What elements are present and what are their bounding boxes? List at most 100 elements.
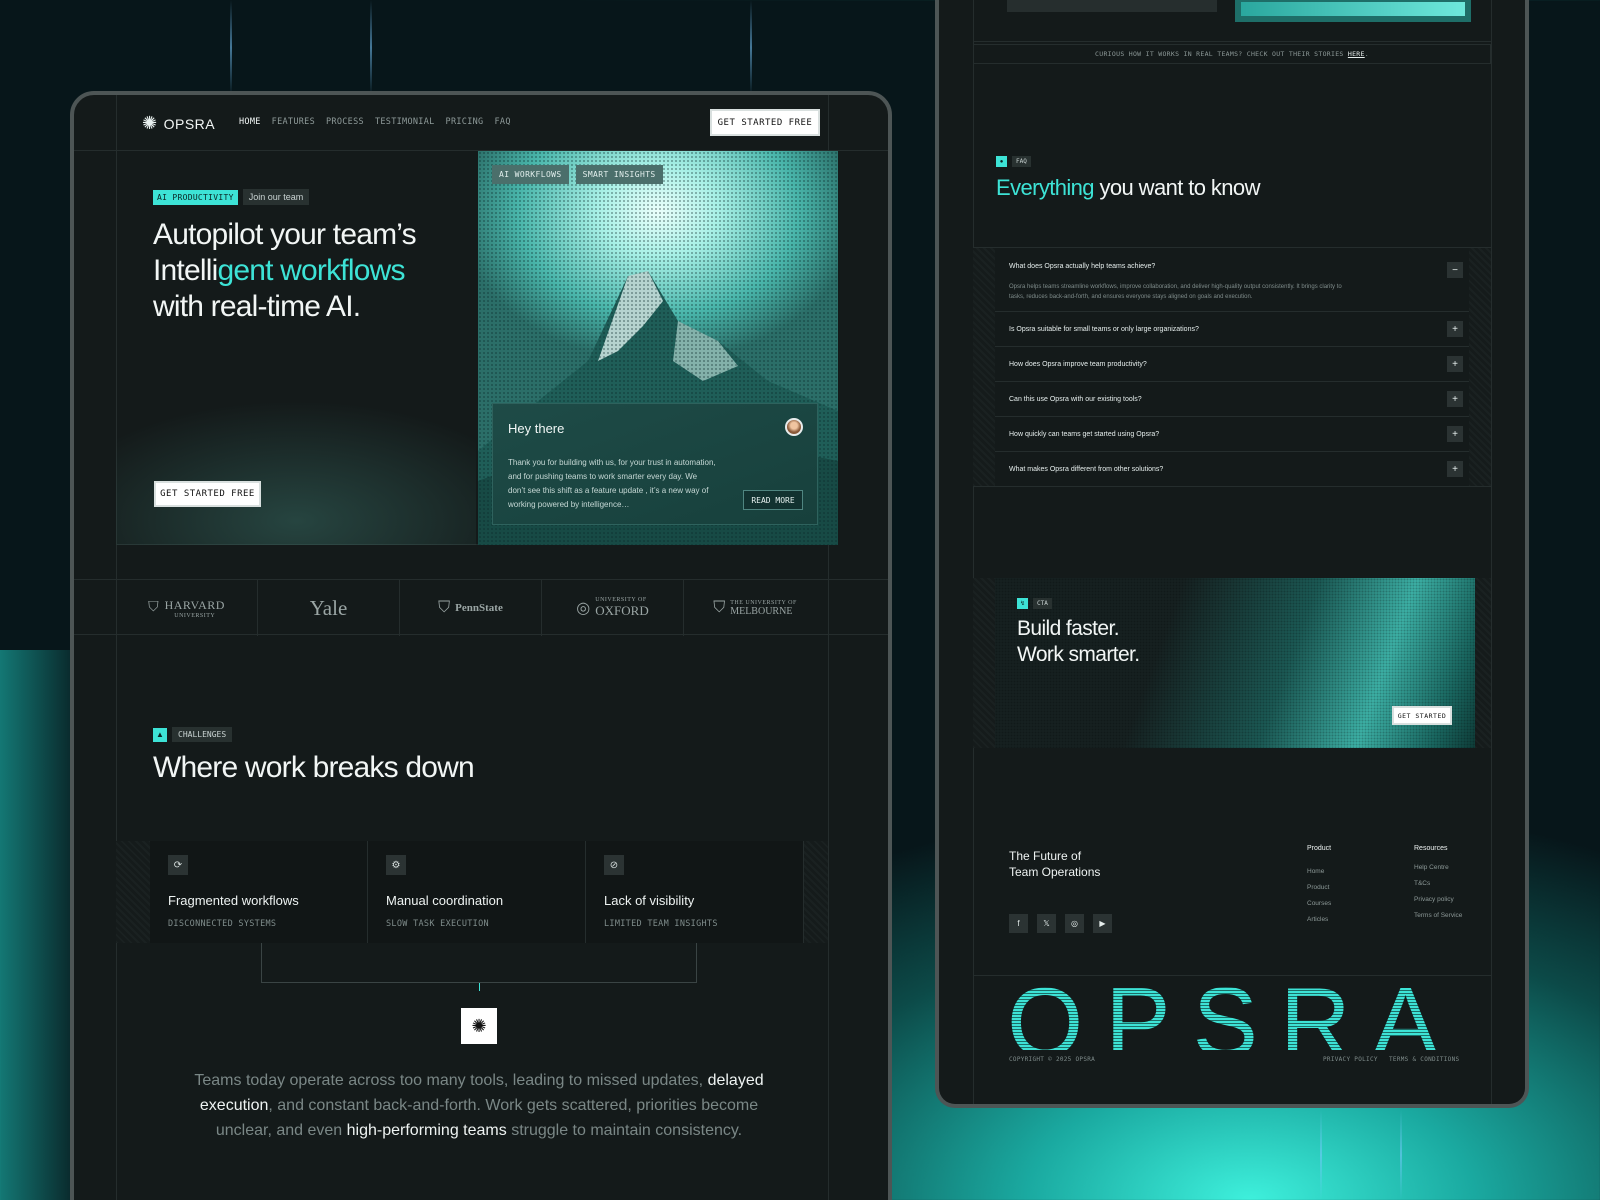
avatar: [785, 418, 803, 436]
connector-stem: [479, 983, 480, 991]
faq-badge: ● FAQ: [996, 156, 1031, 167]
footer-link-help-centre[interactable]: Help Centre: [1414, 864, 1462, 871]
faq-title: Everything you want to know: [996, 175, 1260, 201]
light-streak: [230, 0, 232, 95]
plus-icon[interactable]: +: [1447, 356, 1463, 372]
footer-link-tcs[interactable]: T&Cs: [1414, 880, 1462, 887]
footer-legal: COPYRIGHT © 2025 OPSRA PRIVACY POLICY TE…: [973, 1050, 1491, 1070]
footer-tagline-2: Team Operations: [1009, 865, 1101, 879]
challenge-card: ⊘ Lack of visibility LIMITED TEAM INSIGH…: [586, 841, 804, 943]
faq-question: Can this use Opsra with our existing too…: [1009, 396, 1142, 403]
brand-logo[interactable]: ✺ OPSRA: [142, 113, 215, 134]
challenges-badge-label: CHALLENGES: [172, 727, 233, 742]
footer-product-heading: Product: [1307, 845, 1332, 852]
triangle-icon: ▲: [153, 727, 167, 742]
cta-card: ↯ CTA Build faster. Work smarter. GET ST…: [995, 578, 1475, 748]
nav-menu: HOME FEATURES PROCESS TESTIMONIAL PRICIN…: [239, 117, 511, 127]
challenge-subtitle: SLOW TASK EXECUTION: [386, 919, 489, 929]
image-strip: [1235, 0, 1471, 22]
previous-section-strip: [973, 0, 1491, 42]
logo-oxford-name: OXFORD: [595, 603, 649, 618]
stories-here-link[interactable]: HERE: [1348, 50, 1365, 58]
light-streak: [1320, 1110, 1322, 1200]
footer-link-product[interactable]: Product: [1307, 884, 1331, 891]
footer-link-home[interactable]: Home: [1307, 868, 1331, 875]
instagram-icon[interactable]: ◎: [1065, 914, 1084, 933]
headline-line-3: with real-time AI.: [153, 290, 361, 323]
challenge-subtitle: LIMITED TEAM INSIGHTS: [604, 919, 718, 929]
cta-line-2: Work smarter.: [1017, 643, 1140, 666]
light-streak: [750, 0, 752, 95]
faq-question: How quickly can teams get started using …: [1009, 431, 1160, 438]
faq-badge-label: FAQ: [1012, 156, 1031, 167]
get-started-button[interactable]: GET STARTED: [1392, 706, 1452, 725]
faq-item[interactable]: How does Opsra improve team productivity…: [995, 347, 1469, 382]
faq-accordion: What does Opsra actually help teams achi…: [973, 247, 1491, 487]
shield-icon: ⛉: [148, 600, 159, 615]
logo-pennstate-name: PennState: [455, 602, 503, 614]
footer-link-courses[interactable]: Courses: [1307, 900, 1331, 907]
footer-link-privacy-policy[interactable]: Privacy policy: [1414, 896, 1462, 903]
hero-get-started-button[interactable]: GET STARTED FREE: [154, 481, 261, 507]
footer-link-terms-of-service[interactable]: Terms of Service: [1414, 912, 1462, 919]
crest-icon: ⛉: [713, 599, 726, 616]
para-text: Teams today operate across too many tool…: [194, 1072, 704, 1089]
nav-item-home[interactable]: HOME: [239, 117, 261, 127]
faq-answer: Opsra helps teams streamline workflows, …: [1009, 284, 1342, 300]
facebook-icon[interactable]: f: [1009, 914, 1028, 933]
x-icon[interactable]: 𝕏: [1037, 914, 1056, 933]
headline-accent: gent workflows: [217, 254, 405, 287]
privacy-policy-link[interactable]: PRIVACY POLICY: [1323, 1056, 1378, 1063]
faq-item[interactable]: Can this use Opsra with our existing too…: [995, 382, 1469, 417]
dot-icon: ●: [996, 156, 1007, 167]
challenge-title: Lack of visibility: [604, 893, 695, 908]
stories-banner: CURIOUS HOW IT WORKS IN REAL TEAMS? CHEC…: [973, 44, 1491, 64]
headline-line-2: Intelli: [153, 254, 218, 287]
landing-page-preview-right: CURIOUS HOW IT WORKS IN REAL TEAMS? CHEC…: [935, 0, 1529, 1108]
join-team-link[interactable]: Join our team: [242, 189, 310, 205]
nav-item-faq[interactable]: FAQ: [494, 117, 510, 127]
faq-question: Is Opsra suitable for small teams or onl…: [1009, 326, 1199, 333]
faq-question: What makes Opsra different from other so…: [1009, 466, 1164, 473]
get-started-free-button[interactable]: GET STARTED FREE: [710, 109, 820, 136]
logo-harvard-sub: UNIVERSITY: [174, 612, 216, 619]
faq-item-expanded[interactable]: What does Opsra actually help teams achi…: [995, 248, 1469, 312]
tag-smart-insights: SMART INSIGHTS: [575, 165, 663, 184]
logo-harvard: ⛉ HARVARD UNIVERSITY: [116, 580, 258, 636]
plus-icon[interactable]: +: [1447, 321, 1463, 337]
footer-link-articles[interactable]: Articles: [1307, 916, 1331, 923]
challenge-title: Fragmented workflows: [168, 893, 299, 908]
plus-icon[interactable]: +: [1447, 426, 1463, 442]
faq-item[interactable]: Is Opsra suitable for small teams or onl…: [995, 312, 1469, 347]
mountain-image: AI WORKFLOWS SMART INSIGHTS Hey there Th…: [478, 151, 838, 545]
para-text: struggle to maintain consistency.: [511, 1122, 743, 1139]
refresh-icon: ⟳: [168, 855, 188, 875]
landing-page-preview-left: ✺ OPSRA HOME FEATURES PROCESS TESTIMONIA…: [70, 91, 892, 1200]
logo-strip: ⛉ HARVARD UNIVERSITY Yale ⛉ PennState ◎ U…: [74, 579, 888, 636]
youtube-icon[interactable]: ▶: [1093, 914, 1112, 933]
crest-icon: ◎: [576, 600, 591, 617]
eye-off-icon: ⊘: [604, 855, 624, 875]
faq-question: What does Opsra actually help teams achi…: [1009, 263, 1156, 270]
faq-item[interactable]: What makes Opsra different from other so…: [995, 452, 1469, 488]
footer-wordmark: OPSRA: [1007, 970, 1461, 1050]
cta-badge-label: CTA: [1033, 598, 1052, 609]
connector-lines: [261, 943, 697, 983]
bolt-icon: ↯: [1017, 598, 1028, 609]
nav-item-testimonial[interactable]: TESTIMONIAL: [375, 117, 435, 127]
nav-item-features[interactable]: FEATURES: [272, 117, 315, 127]
challenge-title: Manual coordination: [386, 893, 504, 908]
nav-item-pricing[interactable]: PRICING: [446, 117, 484, 127]
plus-icon[interactable]: +: [1447, 391, 1463, 407]
minus-icon[interactable]: −: [1447, 262, 1463, 278]
nav-item-process[interactable]: PROCESS: [326, 117, 364, 127]
para-highlight: high-performing teams: [346, 1122, 507, 1139]
top-navigation: ✺ OPSRA HOME FEATURES PROCESS TESTIMONIA…: [74, 95, 888, 151]
sparkle-icon: ✺: [461, 1008, 497, 1044]
faq-item[interactable]: How quickly can teams get started using …: [995, 417, 1469, 452]
plus-icon[interactable]: +: [1447, 461, 1463, 477]
gear-icon: ⚙: [386, 855, 406, 875]
terms-conditions-link[interactable]: TERMS & CONDITIONS: [1389, 1056, 1459, 1063]
logo-melbourne: ⛉ THE UNIVERSITY OF MELBOURNE: [684, 580, 826, 636]
read-more-button[interactable]: READ MORE: [743, 490, 803, 510]
